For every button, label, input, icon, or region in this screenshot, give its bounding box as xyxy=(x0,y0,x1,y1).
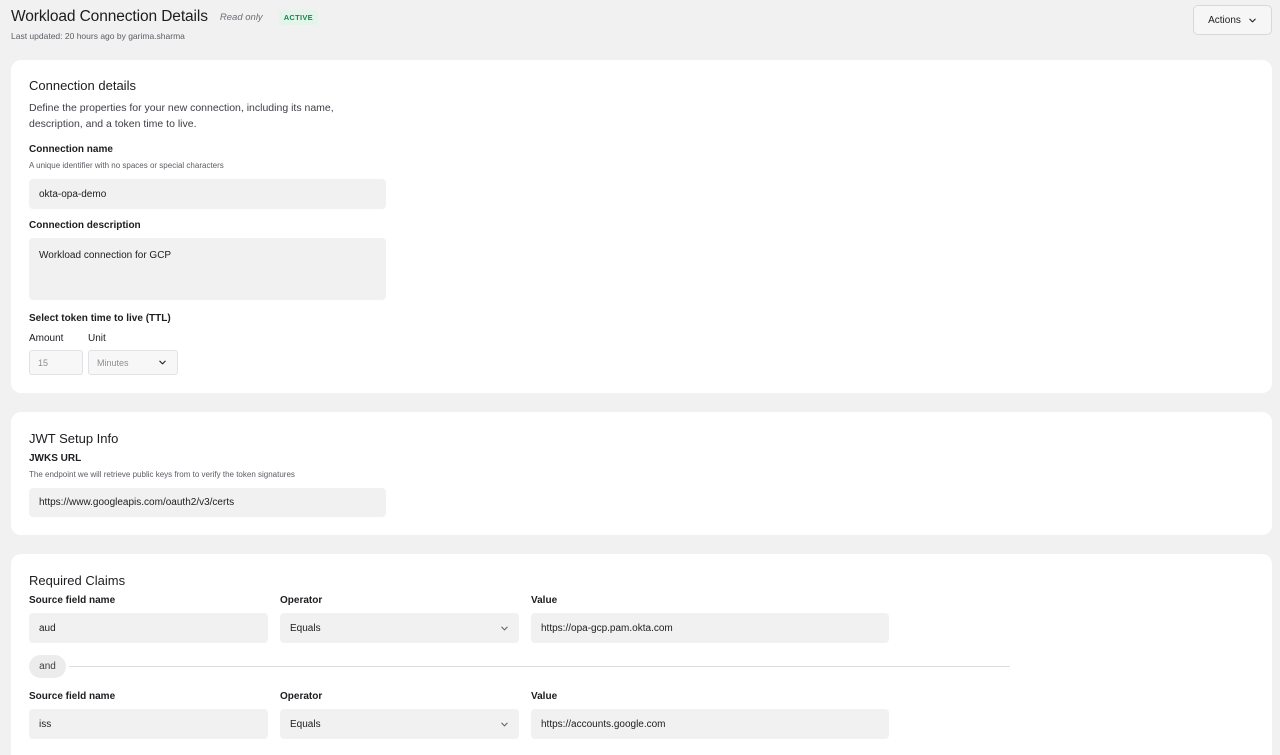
connection-details-card: Connection details Define the properties… xyxy=(11,60,1272,393)
connection-details-title: Connection details xyxy=(29,78,136,93)
claim-source-value: iss xyxy=(39,718,52,730)
claim-operator-value: Equals xyxy=(290,622,321,634)
jwks-url-input[interactable]: https://www.googleapis.com/oauth2/v3/cer… xyxy=(29,488,386,517)
ttl-amount-value: 15 xyxy=(38,357,49,368)
page-header: Workload Connection Details Read only AC… xyxy=(11,5,1272,52)
claims-divider xyxy=(69,666,1010,667)
claim-operator-select[interactable]: Equals xyxy=(280,709,519,739)
claim-operator-value: Equals xyxy=(290,718,321,730)
jwt-setup-card: JWT Setup Info JWKS URL The endpoint we … xyxy=(11,412,1272,535)
connection-description-label: Connection description xyxy=(29,220,141,231)
source-field-label: Source field name xyxy=(29,691,116,702)
claim-source-input[interactable]: aud xyxy=(29,613,268,643)
claim-value-input[interactable]: https://accounts.google.com xyxy=(531,709,889,739)
claim-value-value: https://accounts.google.com xyxy=(541,718,666,730)
operator-label: Operator xyxy=(280,595,323,606)
read-only-label: Read only xyxy=(219,11,263,23)
unit-label: Unit xyxy=(88,333,106,344)
value-label: Value xyxy=(531,691,558,702)
page-title: Workload Connection Details xyxy=(11,8,208,25)
jwks-url-hint: The endpoint we will retrieve public key… xyxy=(29,470,295,479)
chevron-down-icon xyxy=(501,626,508,630)
claim-source-input[interactable]: iss xyxy=(29,709,268,739)
claim-value-value: https://opa-gcp.pam.okta.com xyxy=(541,622,673,634)
claim-value-input[interactable]: https://opa-gcp.pam.okta.com xyxy=(531,613,889,643)
ttl-unit-value: Minutes xyxy=(97,357,129,368)
status-badge: ACTIVE xyxy=(278,9,318,25)
jwks-url-value: https://www.googleapis.com/oauth2/v3/cer… xyxy=(39,497,235,508)
chevron-down-icon xyxy=(1249,18,1256,22)
chevron-down-icon xyxy=(501,722,508,726)
connection-name-input[interactable]: okta-opa-demo xyxy=(29,179,386,209)
connection-description-textarea[interactable]: Workload connection for GCP xyxy=(29,238,386,300)
connection-details-description-2: description, and a token time to live. xyxy=(29,118,197,130)
value-label: Value xyxy=(531,595,558,606)
connection-name-label: Connection name xyxy=(29,144,113,155)
operator-label: Operator xyxy=(280,691,323,702)
connection-name-value: okta-opa-demo xyxy=(39,188,107,200)
connection-details-description-1: Define the properties for your new conne… xyxy=(29,102,334,114)
ttl-label: Select token time to live (TTL) xyxy=(29,313,171,324)
required-claims-card: Required Claims Source field name Operat… xyxy=(11,554,1272,755)
actions-button-label: Actions xyxy=(1208,14,1241,26)
actions-button[interactable]: Actions xyxy=(1193,5,1272,35)
connection-description-value: Workload connection for GCP xyxy=(39,250,172,261)
amount-label: Amount xyxy=(29,333,64,344)
claim-source-value: aud xyxy=(39,622,56,634)
claim-operator-select[interactable]: Equals xyxy=(280,613,519,643)
and-connector-pill: and xyxy=(29,655,66,678)
chevron-down-icon xyxy=(159,360,166,365)
ttl-amount-input[interactable]: 15 xyxy=(29,350,83,375)
last-updated-text: Last updated: 20 hours ago by garima.sha… xyxy=(11,31,185,41)
ttl-unit-select[interactable]: Minutes xyxy=(88,350,178,375)
jwks-url-label: JWKS URL xyxy=(29,453,82,464)
source-field-label: Source field name xyxy=(29,595,116,606)
jwt-setup-title: JWT Setup Info xyxy=(29,431,119,446)
connection-name-hint: A unique identifier with no spaces or sp… xyxy=(29,161,224,170)
required-claims-title: Required Claims xyxy=(29,573,126,588)
